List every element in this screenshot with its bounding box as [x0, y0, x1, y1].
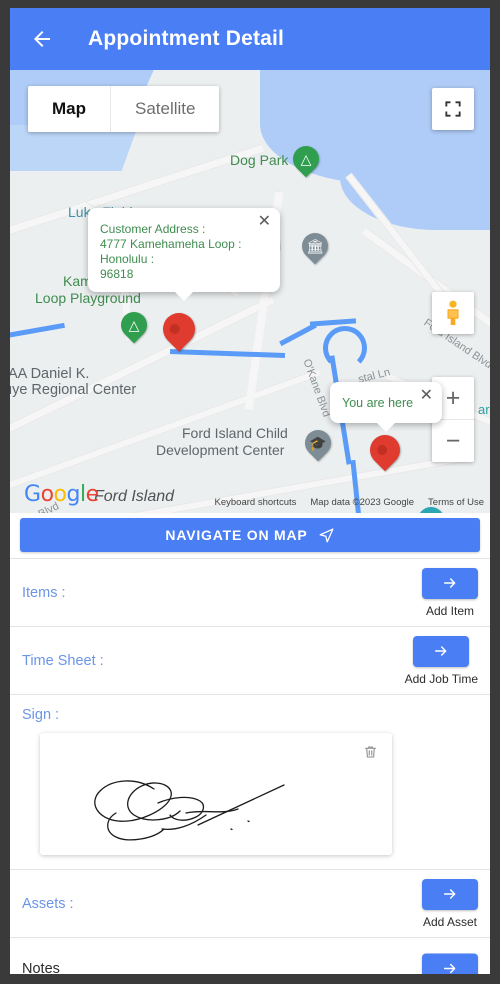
items-label: Items :: [22, 584, 66, 601]
info-line: 96818: [100, 267, 134, 281]
street-view-button[interactable]: [432, 292, 474, 334]
map-label: O'Kane Blvd: [300, 357, 333, 419]
logo-letter: g: [66, 482, 81, 507]
signature-card[interactable]: [40, 733, 392, 855]
arrow-right-icon: [443, 578, 456, 588]
red-current-location-pin: [363, 428, 407, 472]
red-destination-pin: [156, 306, 202, 352]
items-action: Add Item: [422, 567, 478, 618]
arrow-right-icon: [443, 963, 456, 974]
logo-letter: G: [24, 482, 41, 507]
notes-row[interactable]: Notes: [10, 937, 490, 974]
map-type-satellite-option[interactable]: Satellite: [111, 86, 219, 132]
sign-section: Sign :: [10, 694, 490, 869]
device-frame: Appointment Detail Luke Field Dog Park K…: [0, 0, 500, 984]
map-route-line: [309, 318, 357, 327]
navigation-arrow-icon: [319, 527, 334, 543]
assets-label: Assets :: [22, 895, 74, 912]
gray-museum-pin: [296, 227, 334, 265]
logo-letter: o: [40, 482, 54, 507]
green-park-pin: [287, 140, 325, 178]
map-marker-school[interactable]: 🎓: [299, 424, 337, 464]
add-item-button[interactable]: [422, 567, 478, 599]
google-logo: Google: [24, 482, 99, 507]
street-view-pegman-icon: [447, 300, 459, 325]
assets-row[interactable]: Assets : Add Asset: [10, 869, 490, 937]
delete-signature-button[interactable]: [363, 743, 378, 766]
arrow-right-icon: [435, 646, 447, 656]
time-sheet-label: Time Sheet :: [22, 652, 104, 669]
info-window-tail: [174, 291, 194, 301]
app-screen: Appointment Detail Luke Field Dog Park K…: [10, 8, 490, 974]
map-label: ar: [478, 402, 490, 417]
map-marker-customer-destination[interactable]: [156, 306, 202, 355]
assets-action: Add Asset: [422, 878, 478, 929]
map-label: Dog Park: [230, 152, 289, 168]
map-data-copyright: Map data ©2023 Google: [310, 497, 415, 508]
close-icon[interactable]: ✕: [417, 385, 436, 407]
map-label: uye Regional Center: [10, 382, 137, 398]
map-marker-playground[interactable]: △: [115, 306, 153, 346]
fullscreen-button[interactable]: [432, 88, 474, 130]
items-row[interactable]: Items : Add Item: [10, 558, 490, 626]
map-marker-dog-park[interactable]: △: [287, 140, 325, 180]
back-button[interactable]: [24, 21, 60, 57]
map-route-line: [10, 322, 65, 339]
map-label: Ford Island: [94, 488, 175, 505]
app-bar: Appointment Detail: [10, 8, 490, 70]
map-marker-current-location[interactable]: [363, 428, 407, 475]
info-line: 4777 Kamehameha Loop :: [100, 237, 242, 251]
add-job-time-button[interactable]: [413, 635, 470, 667]
notes-label: Notes: [22, 960, 60, 975]
arrow-left-icon: [34, 31, 50, 47]
add-job-time-caption: Add Job Time: [404, 671, 478, 686]
map-marker-museum[interactable]: 🏛: [296, 227, 334, 267]
fullscreen-icon: [445, 101, 461, 117]
map-type-map-option[interactable]: Map: [28, 86, 111, 132]
map-label: Ford Island Child: [182, 425, 288, 441]
logo-letter: e: [85, 482, 100, 507]
zoom-out-button[interactable]: −: [432, 420, 474, 462]
navigate-button-label: NAVIGATE ON MAP: [165, 527, 308, 543]
navigate-on-map-button[interactable]: NAVIGATE ON MAP: [20, 518, 480, 552]
map-label: AA Daniel K.: [10, 366, 90, 382]
trash-icon: [364, 746, 377, 758]
keyboard-shortcuts-link[interactable]: Keyboard shortcuts: [215, 497, 297, 508]
close-icon[interactable]: ✕: [255, 211, 274, 233]
info-window-tail: [376, 422, 396, 432]
add-asset-caption: Add Asset: [422, 914, 478, 929]
add-asset-button[interactable]: [422, 878, 478, 910]
you-are-here-info-window: ✕ You are here: [330, 382, 442, 432]
customer-address-info-window: ✕ Customer Address : 4777 Kamehameha Loo…: [88, 208, 280, 301]
map-attribution: Keyboard shortcuts Map data ©2023 Google…: [215, 497, 484, 508]
green-park-pin: [115, 306, 153, 344]
terms-of-use-link[interactable]: Terms of Use: [428, 497, 484, 508]
info-line: Honolulu :: [100, 252, 155, 266]
map-label: Development Center: [156, 442, 285, 458]
notes-action: [422, 953, 478, 974]
arrow-right-icon: [443, 889, 456, 899]
map-type-toggle[interactable]: Map Satellite: [28, 86, 220, 132]
gray-school-pin: [299, 424, 337, 462]
info-line: Customer Address :: [100, 222, 206, 236]
navigate-section: NAVIGATE ON MAP: [10, 513, 490, 558]
time-sheet-row[interactable]: Time Sheet : Add Job Time: [10, 626, 490, 694]
logo-letter: o: [53, 482, 67, 507]
add-item-caption: Add Item: [425, 603, 475, 618]
sign-label: Sign :: [22, 707, 60, 723]
page-title: Appointment Detail: [88, 27, 285, 50]
map-canvas[interactable]: Luke Field Dog Park Kam Loop Playground …: [10, 70, 490, 513]
time-sheet-action: Add Job Time: [404, 635, 478, 686]
signature-ink: [94, 780, 285, 841]
open-notes-button[interactable]: [422, 953, 478, 974]
map-label: Loop Playground: [35, 290, 141, 306]
